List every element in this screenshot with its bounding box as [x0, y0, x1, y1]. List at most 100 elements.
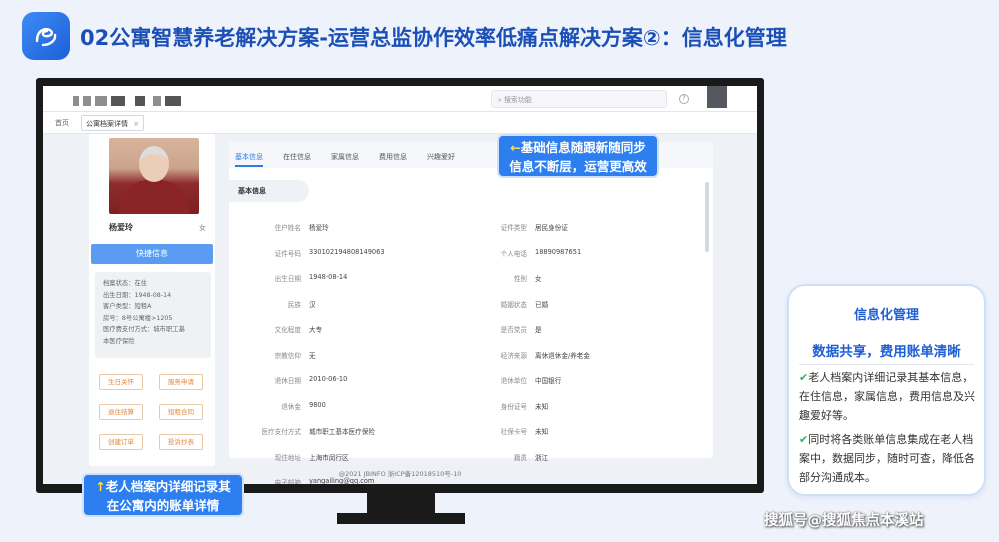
close-icon[interactable]: × — [133, 120, 139, 128]
quick-info-button[interactable]: 快捷信息 — [91, 244, 213, 264]
field-label: 身份证号 — [500, 402, 527, 411]
app-topbar: ⌕ 搜索功能 ? — [43, 86, 757, 112]
field-value: 1948-08-14 — [309, 273, 348, 281]
field-label: 证件类型 — [500, 224, 527, 232]
resident-photo — [109, 138, 199, 214]
field-label: 性别 — [513, 275, 527, 283]
info-line: 本医疗保险 — [103, 337, 135, 345]
profile-sidebar: 杨爱玲 女 快捷信息 档案状态：在住 出生日期：1948-08-14 客户类型：… — [89, 134, 215, 466]
help-icon[interactable]: ? — [679, 94, 689, 104]
tab-basic-info[interactable]: 基本信息 — [235, 152, 263, 167]
field-value: 330102194808149063 — [309, 247, 385, 256]
field-value: 是 — [535, 326, 542, 334]
checkout-settlement-button[interactable]: 退住结算 — [99, 404, 143, 420]
blurred-logo — [135, 96, 145, 106]
card-title: 信息化管理 — [853, 308, 919, 323]
field-value: 浙江 — [535, 453, 549, 462]
search-icon: ⌕ — [498, 96, 502, 104]
panel-scrollbar[interactable] — [705, 182, 709, 252]
field-label: 籍贯 — [513, 453, 527, 462]
callout-sync-info: ←基础信息随跟新随同步 信息不断层，运营更高效 — [497, 134, 659, 178]
field-value: 女 — [535, 275, 542, 283]
info-line: 客户类型：短租A — [103, 303, 152, 310]
field-value: 2010-06-10 — [309, 375, 348, 383]
blurred-logo — [153, 96, 161, 106]
field-value: 汉 — [309, 300, 316, 309]
field-value: 未知 — [535, 428, 549, 436]
tab-fee-info[interactable]: 费用信息 — [379, 152, 407, 162]
tab-hobbies[interactable]: 兴趣爱好 — [427, 152, 455, 162]
info-line: 医疗费支付方式：城市职工基 — [103, 326, 185, 333]
field-value: 无 — [309, 351, 316, 360]
info-line: 房号：8号公寓楼>1205 — [103, 314, 173, 322]
field-value: 已婚 — [535, 300, 549, 309]
blurred-logo — [165, 96, 181, 106]
monitor-stand-base — [337, 513, 465, 524]
section-title: 基本信息 — [229, 180, 309, 202]
field-value: 上海市闵行区 — [309, 453, 349, 462]
watermark: 搜狐号@搜狐焦点本溪站 — [764, 513, 924, 529]
complaint-meter-button[interactable]: 投诉抄表 — [159, 434, 203, 450]
check-icon: ✔ — [799, 433, 809, 446]
birthday-care-button[interactable]: 生日关怀 — [99, 374, 143, 390]
tab-residence-info[interactable]: 在住信息 — [283, 152, 311, 162]
field-label: 民族 — [287, 300, 301, 309]
field-value: 18890987651 — [535, 247, 582, 256]
blurred-logo — [83, 96, 91, 106]
resident-gender: 女 — [199, 224, 206, 232]
info-line: 出生日期：1948-08-14 — [103, 291, 172, 299]
field-label: 文化程度 — [274, 326, 301, 334]
field-value: 离休退休金/养老金 — [535, 351, 590, 360]
check-icon: ✔ — [799, 371, 809, 384]
info-line: 档案状态：在住 — [103, 280, 148, 287]
field-label: 退休日期 — [274, 377, 301, 385]
field-value: 未知 — [535, 402, 549, 411]
card-divider — [799, 364, 974, 365]
field-value: 大专 — [309, 326, 323, 334]
field-label: 婚姻状态 — [500, 300, 527, 309]
arrow-up-icon: ↑ — [95, 479, 106, 494]
brand-logo — [22, 12, 70, 60]
blurred-logo — [73, 96, 79, 106]
callout-bill-detail: ↑老人档案内详细记录其 在公寓内的账单详情 — [82, 473, 244, 517]
field-value: 城市职工基本医疗保险 — [309, 428, 375, 436]
search-input[interactable]: ⌕ 搜索功能 — [491, 90, 667, 108]
tab-home[interactable]: 首页 — [55, 118, 69, 128]
field-label: 宗教信仰 — [274, 351, 301, 360]
arrow-left-icon: ← — [510, 140, 521, 155]
create-order-button[interactable]: 创建订单 — [99, 434, 143, 450]
field-value: 9800 — [309, 400, 326, 409]
field-label: 经济来源 — [500, 351, 527, 360]
field-label: 电子邮箱 — [274, 479, 301, 484]
blurred-logo — [95, 96, 107, 106]
tab-bar: 首页 公寓档案详情 × — [43, 112, 757, 134]
field-label: 证件号码 — [274, 249, 301, 258]
field-value: yangailing@qq.com — [309, 477, 375, 484]
tab-family-info[interactable]: 家属信息 — [331, 152, 359, 162]
field-label: 医疗支付方式 — [261, 428, 301, 436]
field-label: 退休单位 — [500, 377, 527, 385]
logo-mark-icon — [35, 27, 57, 47]
field-value: 杨爱玲 — [309, 224, 329, 232]
card-subtitle: 数据共享，费用账单清晰 — [812, 344, 961, 360]
field-label: 社保卡号 — [500, 428, 527, 436]
resident-name: 杨爱玲 — [109, 223, 133, 232]
field-value: 居民身份证 — [535, 224, 568, 232]
field-label: 个人电话 — [500, 249, 527, 258]
user-avatar[interactable] — [707, 86, 727, 108]
monitor-stand-neck — [367, 493, 435, 513]
blurred-logo — [111, 96, 125, 106]
card-point: ✔同时将各类账单信息集成在老人档案中，数据同步，随时可查，降低各部分沟通成本。 — [799, 433, 975, 484]
field-label: 现住地址 — [274, 453, 301, 462]
feature-card: 信息化管理 数据共享，费用账单清晰 ✔老人档案内详细记录其基本信息，在住信息，家… — [787, 284, 986, 496]
tab-resident-profile[interactable]: 公寓档案详情 × — [81, 115, 145, 131]
page-title: 02公寓智慧养老解决方案-运营总监协作效率低痛点解决方案②：信息化管理 — [80, 26, 787, 50]
card-point: ✔老人档案内详细记录其基本信息，在住信息，家属信息，费用信息及兴趣爱好等。 — [799, 371, 975, 422]
field-label: 退休金 — [281, 402, 301, 411]
service-request-button[interactable]: 服务申请 — [159, 374, 203, 390]
field-label: 出生日期 — [274, 275, 301, 283]
field-value: 中国银行 — [535, 377, 562, 385]
field-label: 是否党员 — [500, 326, 527, 334]
short-lease-contract-button[interactable]: 短租合同 — [159, 404, 203, 420]
field-label: 住户姓名 — [274, 224, 301, 232]
